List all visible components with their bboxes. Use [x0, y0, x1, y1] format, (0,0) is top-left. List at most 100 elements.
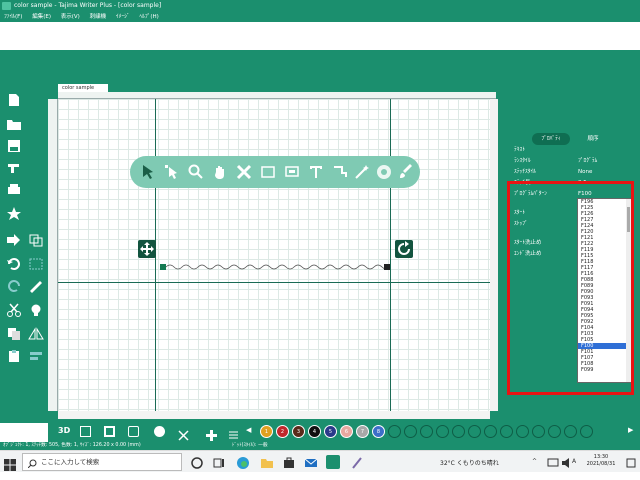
- prop-row-stitch-style[interactable]: ｽﾃｯﾁｽﾀｲﾙ None: [514, 168, 636, 176]
- sew-machine-icon[interactable]: [6, 160, 22, 174]
- color-swatch[interactable]: [468, 425, 481, 438]
- frame-icon[interactable]: [284, 164, 300, 180]
- tray-chevron-icon[interactable]: ^: [532, 455, 546, 469]
- cortana-icon[interactable]: [190, 455, 204, 469]
- weather-widget[interactable]: 32°C くもりのち晴れ: [440, 458, 499, 467]
- menu-edit[interactable]: 編集(E): [28, 12, 55, 22]
- magic-wand-icon[interactable]: [354, 164, 370, 180]
- color-swatch[interactable]: 1: [260, 425, 273, 438]
- menu-help[interactable]: ﾍﾙﾌﾟ(H): [135, 12, 162, 22]
- prop-row-text[interactable]: ﾃｷｽﾄ: [514, 146, 636, 154]
- vertical-scrollbar[interactable]: [490, 99, 498, 411]
- align-icon[interactable]: [28, 348, 44, 362]
- status-dot-style: ﾄﾞｯﾄ(ｽﾀｲﾙ): 一般: [232, 443, 268, 448]
- point-select-icon[interactable]: [164, 164, 180, 180]
- color-swatch[interactable]: [548, 425, 561, 438]
- search-icon: [27, 458, 37, 469]
- import-arrow-icon[interactable]: [6, 232, 22, 246]
- text-tool-icon[interactable]: [308, 164, 324, 180]
- 3d-view-icon[interactable]: 3D: [58, 426, 70, 437]
- group-icon[interactable]: [28, 256, 44, 270]
- status-info: ｵﾌﾞｼﾞｪｸﾄ: 1, ｽﾃｯﾁ数: 505, 色数: 1, ｻｲｽﾞ: 12…: [3, 443, 141, 448]
- taskbar-search-input[interactable]: ここに入力して検索: [22, 453, 182, 471]
- color-swatch[interactable]: 5: [324, 425, 337, 438]
- network-icon[interactable]: [546, 455, 560, 469]
- grid-view-icon[interactable]: [80, 426, 91, 437]
- star-icon[interactable]: [6, 206, 22, 220]
- delete-x-icon[interactable]: [236, 164, 252, 180]
- color-swatch[interactable]: [404, 425, 417, 438]
- hoop-view-icon[interactable]: [128, 426, 139, 437]
- windows-start-icon[interactable]: [4, 456, 16, 471]
- rectangle-select-icon[interactable]: [260, 164, 276, 180]
- prop-row-run-style[interactable]: ﾗﾝｽﾀｲﾙ ﾌﾟﾛｸﾞﾗﾑ: [514, 157, 636, 165]
- color-swatch[interactable]: 7: [356, 425, 369, 438]
- print-icon[interactable]: [6, 182, 22, 196]
- copy-icon[interactable]: [6, 326, 22, 340]
- stitch-line[interactable]: [160, 263, 390, 271]
- store-icon[interactable]: [282, 455, 296, 469]
- color-wheel-icon[interactable]: [376, 164, 392, 180]
- scissors-icon[interactable]: [6, 302, 22, 317]
- color-swatch[interactable]: [564, 425, 577, 438]
- pen-app-icon[interactable]: [350, 455, 364, 469]
- color-swatch[interactable]: [532, 425, 545, 438]
- color-swatch[interactable]: 4: [308, 425, 321, 438]
- task-view-icon[interactable]: [212, 455, 226, 469]
- pan-hand-icon[interactable]: [212, 164, 228, 180]
- layers-icon[interactable]: [28, 232, 44, 247]
- color-swatch[interactable]: [452, 425, 465, 438]
- tab-order[interactable]: 順序: [578, 133, 608, 145]
- add-color-icon[interactable]: [206, 426, 217, 441]
- menu-view[interactable]: 表示(V): [57, 12, 84, 22]
- select-arrow-icon[interactable]: [140, 164, 156, 180]
- undo-icon[interactable]: [6, 256, 22, 270]
- sphere-icon[interactable]: [154, 426, 165, 437]
- color-swatch[interactable]: 6: [340, 425, 353, 438]
- color-swatch[interactable]: 2: [276, 425, 289, 438]
- mail-icon[interactable]: [304, 455, 318, 469]
- lightbulb-icon[interactable]: [28, 302, 44, 316]
- needle-icon[interactable]: [28, 278, 44, 293]
- color-swatch[interactable]: [516, 425, 529, 438]
- horizontal-scrollbar[interactable]: [58, 411, 490, 419]
- palette-right-arrow-icon[interactable]: ▶: [628, 426, 639, 437]
- rotate-handle-icon[interactable]: [395, 240, 413, 258]
- menu-bar: ﾌｧｲﾙ(F) 編集(E) 表示(V) 刺繍機 ｲﾒｰｼﾞ ﾍﾙﾌﾟ(H): [0, 12, 640, 22]
- frame-view-icon[interactable]: [104, 426, 115, 437]
- palette-left-arrow-icon[interactable]: ◀: [246, 426, 257, 437]
- menu-image[interactable]: ｲﾒｰｼﾞ: [112, 12, 134, 22]
- menu-machine[interactable]: 刺繍機: [86, 12, 111, 22]
- save-icon[interactable]: [6, 138, 22, 152]
- color-swatch[interactable]: [484, 425, 497, 438]
- system-clock[interactable]: 13:30 2021/08/31: [584, 454, 618, 468]
- color-swatch[interactable]: [580, 425, 593, 438]
- path-tool-icon[interactable]: [332, 164, 348, 180]
- file-explorer-icon[interactable]: [260, 455, 274, 469]
- left-toolbar: [0, 72, 48, 420]
- edge-browser-icon[interactable]: [236, 455, 250, 469]
- menu-file[interactable]: ﾌｧｲﾙ(F): [0, 12, 26, 22]
- color-swatch[interactable]: [420, 425, 433, 438]
- color-list-icon[interactable]: [228, 426, 239, 439]
- tab-properties[interactable]: ﾌﾟﾛﾊﾟﾃｨ: [532, 133, 570, 145]
- brush-icon[interactable]: [398, 164, 414, 180]
- tab-color-sample[interactable]: color sample: [58, 84, 108, 92]
- design-canvas[interactable]: [58, 99, 490, 411]
- move-handle-icon[interactable]: [138, 240, 156, 258]
- paste-icon[interactable]: [6, 348, 22, 362]
- color-swatch[interactable]: [388, 425, 401, 438]
- notification-icon[interactable]: [624, 455, 638, 469]
- redo-icon[interactable]: [6, 278, 22, 292]
- new-file-icon[interactable]: [6, 92, 22, 106]
- open-folder-icon[interactable]: [6, 116, 22, 130]
- tajima-app-icon[interactable]: [326, 455, 340, 469]
- color-swatch[interactable]: [500, 425, 513, 438]
- zoom-icon[interactable]: [188, 164, 204, 180]
- color-swatch[interactable]: 3: [292, 425, 305, 438]
- color-swatch[interactable]: 8: [372, 425, 385, 438]
- windows-taskbar: ここに入力して検索 32°C くもりのち晴れ ^ A 13:30 2021/08…: [0, 450, 640, 472]
- color-swatch[interactable]: [436, 425, 449, 438]
- mirror-icon[interactable]: [28, 326, 44, 340]
- no-pattern-icon[interactable]: [178, 426, 189, 441]
